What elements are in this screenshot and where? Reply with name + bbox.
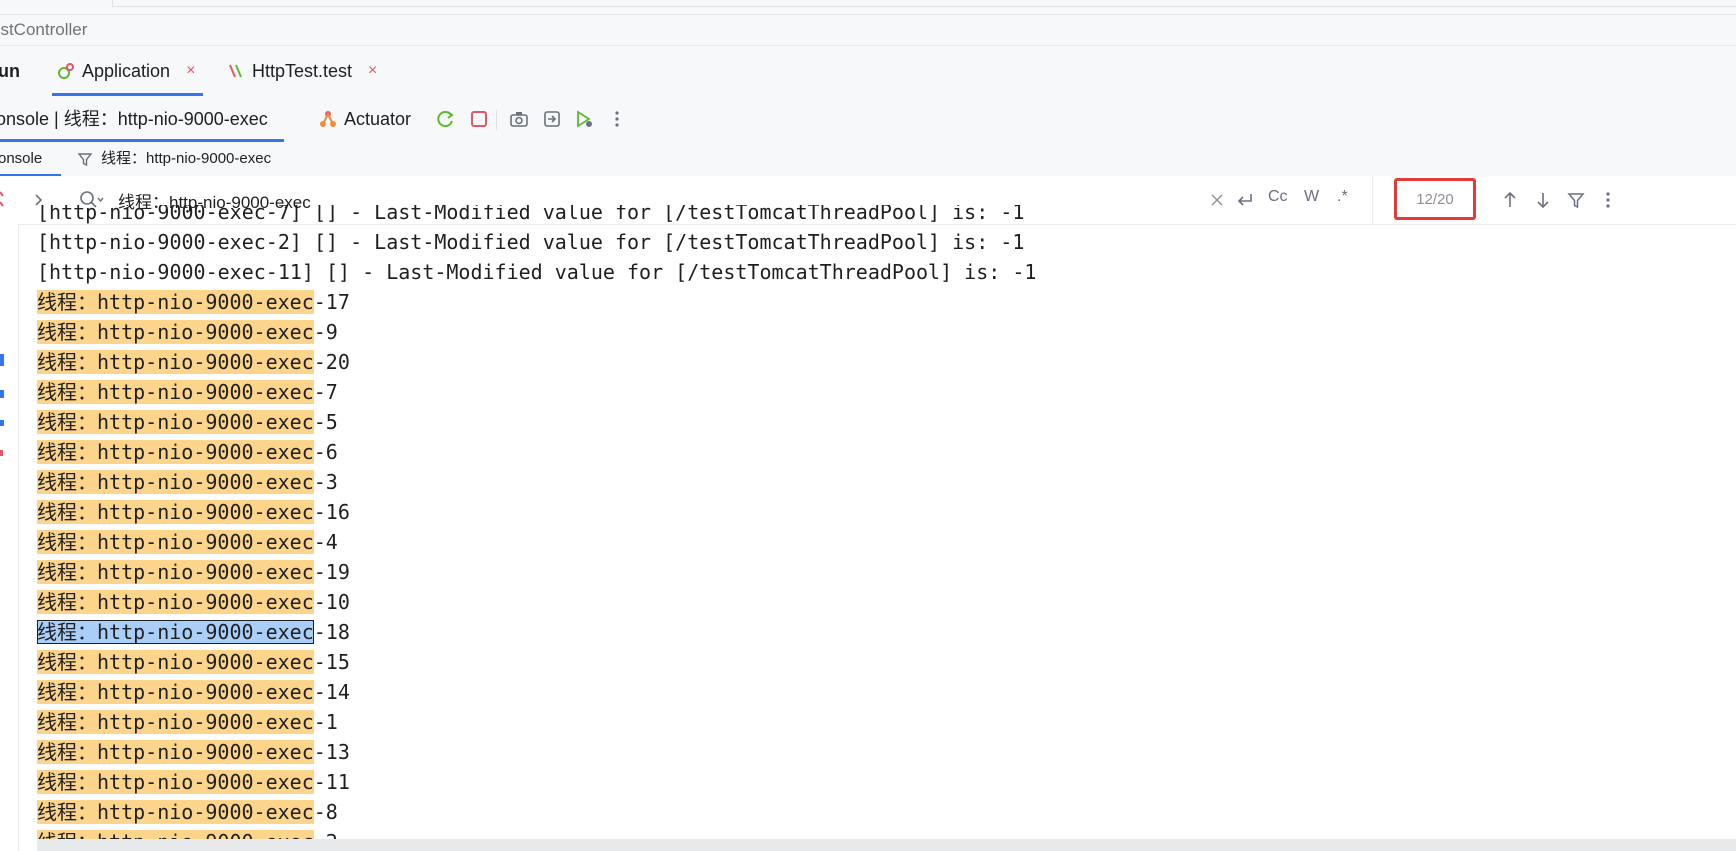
thread-number: -16	[313, 500, 350, 524]
console-thread-line: 线程：http-nio-9000-exec-11	[37, 767, 1736, 797]
console-thread-line: 线程：http-nio-9000-exec-14	[37, 677, 1736, 707]
thread-number: -10	[313, 590, 350, 614]
console-thread-line: 线程：http-nio-9000-exec-10	[37, 587, 1736, 617]
search-match: 线程：http-nio-9000-exec	[37, 590, 314, 614]
console-filter-label: onsole	[0, 150, 43, 167]
console-log-line: [http-nio-9000-exec-11] [] - Last-Modifi…	[37, 260, 1037, 284]
http-request-icon	[226, 61, 246, 81]
console-thread-line: 线程：http-nio-9000-exec-6	[37, 437, 1736, 467]
console-thread-line: 线程：http-nio-9000-exec-7	[37, 377, 1736, 407]
restore-layout-icon[interactable]	[541, 108, 563, 130]
tab-httptest[interactable]: HttpTest.test ×	[226, 46, 377, 96]
search-match: 线程：http-nio-9000-exec	[37, 350, 314, 374]
tab-actuator[interactable]: Actuator	[318, 96, 411, 142]
run-tool-window-tabs: un Application × HttpTest.test ×	[0, 46, 1736, 97]
console-thread-line: 线程：http-nio-9000-exec-1	[37, 707, 1736, 737]
thread-number: -1	[313, 710, 338, 734]
search-match: 线程：http-nio-9000-exec	[37, 680, 314, 704]
tab-application-label: Application	[82, 61, 171, 81]
match-case-toggle[interactable]: Cc	[1268, 188, 1288, 206]
console-thread-line: 线程：http-nio-9000-exec-5	[37, 407, 1736, 437]
tab-application[interactable]: Application ×	[52, 46, 204, 96]
run-title-label: un	[0, 61, 20, 81]
tab-console-filter[interactable]: onsole | 线程：http-nio-9000-exec	[0, 96, 284, 142]
search-match: 线程：http-nio-9000-exec	[37, 470, 314, 494]
thread-number: -4	[313, 530, 338, 554]
breadcrumb-label: estController	[0, 20, 88, 39]
console-tab-label: onsole | 线程：http-nio-9000-exec	[0, 109, 268, 129]
console-thread-line: 线程：http-nio-9000-exec-19	[37, 557, 1736, 587]
rerun-icon[interactable]	[435, 108, 457, 130]
stop-icon[interactable]	[468, 108, 490, 130]
console-thread-line: 线程：http-nio-9000-exec-13	[37, 737, 1736, 767]
console-thread-line: 线程：http-nio-9000-exec-20	[37, 347, 1736, 377]
search-match: 线程：http-nio-9000-exec	[37, 650, 314, 674]
search-match: 线程：http-nio-9000-exec	[37, 560, 314, 584]
search-match: 线程：http-nio-9000-exec	[37, 290, 314, 314]
console-thread-line: 线程：http-nio-9000-exec-18	[37, 617, 1736, 647]
console-log-line: [http-nio-9000-exec-2] [] - Last-Modifie…	[37, 230, 1025, 254]
actuator-icon	[318, 109, 338, 129]
thread-number: -17	[313, 290, 350, 314]
console-thread-line: 线程：http-nio-9000-exec-9	[37, 317, 1736, 347]
console-thread-line: 线程：http-nio-9000-exec-8	[37, 797, 1736, 827]
search-match: 线程：http-nio-9000-exec	[37, 770, 314, 794]
console-thread-line: 线程：http-nio-9000-exec-15	[37, 647, 1736, 677]
thread-number: -6	[313, 440, 338, 464]
thread-number: -20	[313, 350, 350, 374]
tab-httptest-label: HttpTest.test	[252, 61, 353, 81]
thread-number: -3	[313, 470, 338, 494]
console-gutter	[0, 224, 18, 851]
console-output[interactable]: [http-nio-9000-exec-7] [] - Last-Modifie…	[37, 205, 1736, 841]
search-match: 线程：http-nio-9000-exec	[37, 800, 314, 824]
tab-console[interactable]: onsole	[0, 142, 61, 176]
console-line-cut: [http-nio-9000-exec-7] [] - Last-Modifie…	[37, 205, 1025, 224]
console-thread-line: 线程：http-nio-9000-exec-3	[37, 467, 1736, 497]
thread-number: -19	[313, 560, 350, 584]
thread-filter-label: 线程：http-nio-9000-exec	[101, 150, 272, 167]
thread-number: -8	[313, 800, 338, 824]
search-match: 线程：http-nio-9000-exec	[37, 320, 314, 344]
current-search-match: 线程：http-nio-9000-exec	[37, 620, 314, 644]
filter-tabs: onsole 线程：http-nio-9000-exec	[0, 142, 1736, 177]
breadcrumb: estController	[0, 15, 1736, 46]
spring-app-icon	[56, 61, 76, 81]
search-match: 线程：http-nio-9000-exec	[37, 530, 314, 554]
top-editor-strip	[0, 0, 1736, 15]
search-match: 线程：http-nio-9000-exec	[37, 440, 314, 464]
console-thread-line: 线程：http-nio-9000-exec-17	[37, 287, 1736, 317]
search-match: 线程：http-nio-9000-exec	[37, 710, 314, 734]
thread-number: -14	[313, 680, 350, 704]
screenshot-icon[interactable]	[508, 108, 530, 130]
search-match: 线程：http-nio-9000-exec	[37, 380, 314, 404]
close-icon[interactable]: ×	[368, 46, 377, 96]
console-thread-line: 线程：http-nio-9000-exec-16	[37, 497, 1736, 527]
console-toolbar: onsole | 线程：http-nio-9000-exec Actuator	[0, 96, 1736, 143]
thread-number: -9	[313, 320, 338, 344]
close-icon[interactable]: ×	[186, 46, 195, 96]
thread-number: -11	[313, 770, 350, 794]
thread-number: -13	[313, 740, 350, 764]
console-thread-line: 线程：http-nio-9000-exec-4	[37, 527, 1736, 557]
more-options-icon[interactable]	[606, 108, 628, 130]
tab-thread-filter[interactable]: 线程：http-nio-9000-exec	[77, 142, 271, 176]
filter-icon	[77, 151, 93, 167]
run-with-coverage-icon[interactable]	[573, 108, 595, 130]
thread-number: -18	[313, 620, 350, 644]
thread-number: -5	[313, 410, 338, 434]
search-match: 线程：http-nio-9000-exec	[37, 740, 314, 764]
actuator-label: Actuator	[344, 109, 412, 129]
side-marker-icon	[0, 190, 4, 210]
whole-words-toggle[interactable]: W	[1304, 188, 1319, 206]
thread-number: -7	[313, 380, 338, 404]
thread-number: -15	[313, 650, 350, 674]
search-match: 线程：http-nio-9000-exec	[37, 500, 314, 524]
horizontal-scrollbar[interactable]	[37, 839, 1736, 851]
run-title: un	[0, 46, 20, 96]
regex-toggle[interactable]: .*	[1337, 188, 1348, 206]
search-match: 线程：http-nio-9000-exec	[37, 410, 314, 434]
